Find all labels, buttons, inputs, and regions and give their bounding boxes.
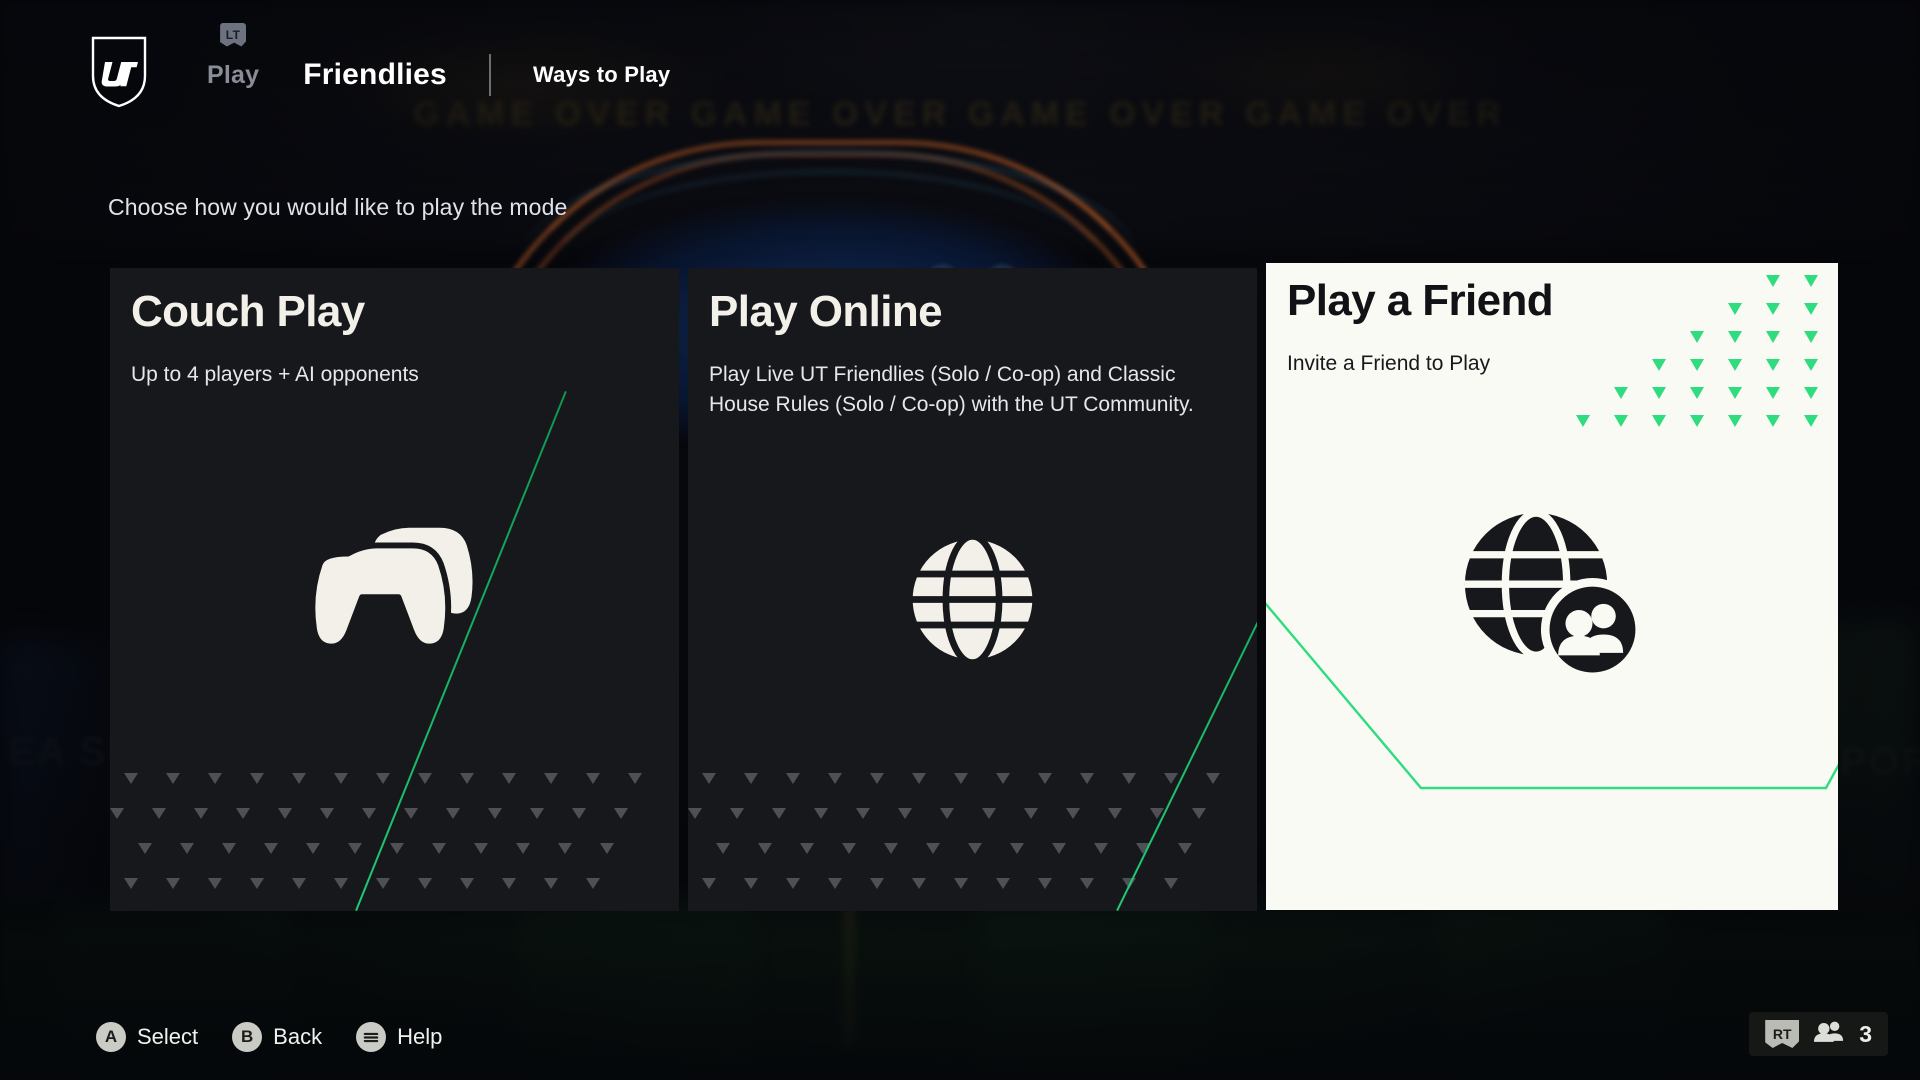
globe-friends-icon bbox=[1266, 263, 1838, 910]
page-subtitle: Choose how you would like to play the mo… bbox=[108, 194, 568, 220]
mode-card-list: Couch Play Up to 4 players + AI opponent… bbox=[110, 263, 1838, 911]
rt-trigger-badge: RT bbox=[1765, 1020, 1800, 1048]
menu-icon bbox=[356, 1022, 387, 1052]
nav-item-play[interactable]: LT Play bbox=[185, 22, 281, 90]
friends-count: 3 bbox=[1859, 1020, 1872, 1047]
a-button-icon: A bbox=[96, 1022, 126, 1052]
nav-item-play-label: Play bbox=[207, 60, 260, 89]
action-select[interactable]: A Select bbox=[96, 1022, 198, 1052]
people-icon bbox=[1813, 1020, 1845, 1048]
controllers-icon bbox=[110, 268, 679, 911]
screen-root: GAME OVER GAME OVER GAME OVER GAME OVER … bbox=[0, 0, 1920, 1080]
lt-trigger-badge: LT bbox=[220, 22, 247, 47]
nav-divider bbox=[488, 54, 491, 96]
header: LT Play Friendlies Ways to Play bbox=[0, 0, 1920, 130]
friends-status[interactable]: RT 3 bbox=[1749, 1012, 1888, 1056]
action-help-label: Help bbox=[397, 1024, 443, 1049]
button-hints: A Select B Back Help bbox=[96, 1022, 442, 1052]
globe-icon bbox=[688, 268, 1257, 911]
b-button-icon: B bbox=[232, 1022, 263, 1052]
mode-card-couch-play[interactable]: Couch Play Up to 4 players + AI opponent… bbox=[110, 268, 679, 911]
footer-action-bar: A Select B Back Help RT 3 bbox=[0, 970, 1920, 1080]
mode-card-play-a-friend[interactable]: Play a Friend Invite a Friend to Play bbox=[1266, 263, 1838, 910]
action-back-label: Back bbox=[273, 1024, 323, 1049]
breadcrumb: LT Play Friendlies Ways to Play bbox=[185, 22, 692, 98]
nav-item-ways-to-play[interactable]: Ways to Play bbox=[511, 62, 692, 88]
mode-card-play-online[interactable]: Play Online Play Live UT Friendlies (Sol… bbox=[688, 268, 1257, 911]
ut-shield-logo bbox=[91, 36, 147, 108]
action-back[interactable]: B Back bbox=[232, 1022, 322, 1052]
nav-item-friendlies[interactable]: Friendlies bbox=[281, 58, 469, 92]
action-select-label: Select bbox=[137, 1024, 199, 1049]
action-help[interactable]: Help bbox=[356, 1022, 442, 1052]
